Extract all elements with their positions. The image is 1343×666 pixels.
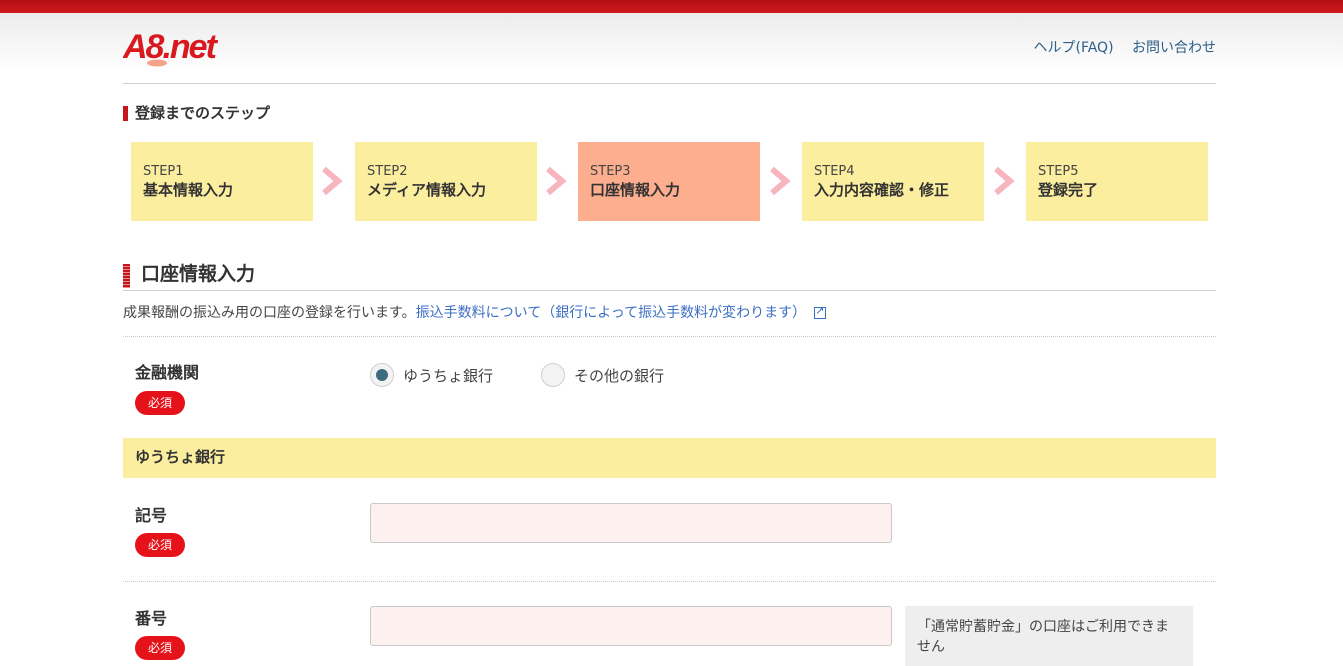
radio-label: その他の銀行 — [574, 366, 665, 385]
section-divider — [123, 290, 1216, 291]
row-divider — [123, 581, 1216, 582]
external-link-icon[interactable] — [814, 304, 827, 319]
header-links: ヘルプ(FAQ) お問い合わせ — [1020, 37, 1217, 57]
step-4: STEP4 入力内容確認・修正 — [802, 142, 984, 221]
step-name: 口座情報入力 — [590, 181, 681, 199]
description-text: 成果報酬の振込み用の口座の登録を行います。 — [123, 305, 416, 321]
section-description: 成果報酬の振込み用の口座の登録を行います。振込手数料について（銀行によって振込手… — [123, 302, 827, 322]
chevron-right-icon — [770, 166, 791, 196]
step-name: メディア情報入力 — [367, 181, 486, 199]
transfer-fee-link[interactable]: 振込手数料について（銀行によって振込手数料が変わります） — [416, 305, 806, 321]
logo-text: A8.net — [123, 28, 219, 66]
step-5: STEP5 登録完了 — [1026, 142, 1208, 221]
radio-other-bank[interactable]: その他の銀行 — [541, 362, 664, 388]
kigou-label: 記号 — [135, 506, 168, 525]
radio-checked-icon[interactable] — [370, 363, 394, 387]
page-container: A8.net ヘルプ(FAQ) お問い合わせ 登録までのステップ STEP1 基… — [123, 0, 1217, 666]
step-name: 基本情報入力 — [143, 181, 234, 199]
step-number: STEP5 — [1038, 164, 1079, 179]
help-faq-link[interactable]: ヘルプ(FAQ) — [1034, 40, 1114, 56]
registration-steps: STEP1 基本情報入力 STEP2 メディア情報入力 STEP3 口座情報入力… — [131, 142, 1211, 221]
step-1: STEP1 基本情報入力 — [131, 142, 313, 221]
radio-label: ゆうちょ銀行 — [403, 366, 494, 385]
radio-unchecked-icon[interactable] — [541, 363, 565, 387]
step-number: STEP4 — [814, 164, 855, 179]
bank-label: 金融機関 — [135, 363, 200, 382]
chevron-right-icon — [546, 166, 567, 196]
contact-link[interactable]: お問い合わせ — [1132, 40, 1216, 56]
section-title: 口座情報入力 — [123, 261, 255, 289]
chevron-right-icon — [994, 166, 1015, 196]
bangou-input[interactable] — [370, 606, 892, 646]
bangou-label: 番号 — [135, 609, 168, 628]
account-note: 「通常貯蓄貯金」の口座はご利用できません — [905, 606, 1193, 666]
required-badge: 必須 — [135, 636, 185, 660]
steps-heading: 登録までのステップ — [123, 104, 270, 122]
required-badge: 必須 — [135, 533, 185, 557]
step-3-current: STEP3 口座情報入力 — [578, 142, 760, 221]
step-number: STEP2 — [367, 164, 408, 179]
row-divider — [123, 336, 1216, 337]
radio-yucho-bank[interactable]: ゆうちょ銀行 — [370, 362, 493, 388]
chevron-right-icon — [322, 166, 343, 196]
step-name: 入力内容確認・修正 — [814, 181, 950, 199]
step-number: STEP3 — [590, 164, 631, 179]
header-divider — [123, 83, 1216, 84]
step-number: STEP1 — [143, 164, 184, 179]
yucho-subheading: ゆうちょ銀行 — [123, 438, 1216, 478]
step-name: 登録完了 — [1038, 181, 1099, 199]
required-badge: 必須 — [135, 391, 185, 415]
step-2: STEP2 メディア情報入力 — [355, 142, 537, 221]
kigou-input[interactable] — [370, 503, 892, 543]
a8-logo[interactable]: A8.net — [123, 22, 223, 72]
